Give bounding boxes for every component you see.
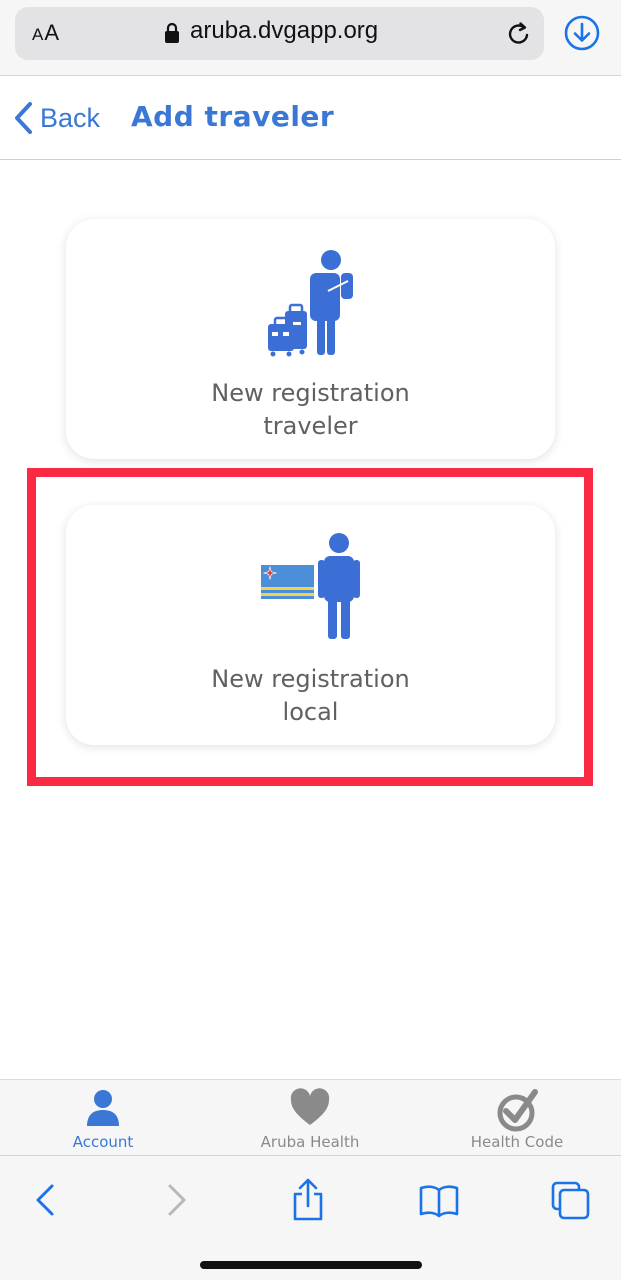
home-indicator (200, 1261, 422, 1269)
page-title: Add traveler (131, 100, 335, 133)
tab-aruba-health[interactable]: Aruba Health (220, 1080, 400, 1156)
heart-icon (290, 1088, 330, 1125)
new-registration-local-card[interactable]: New registration local (66, 505, 555, 745)
traveler-with-luggage-icon (268, 250, 353, 357)
tab-account[interactable]: Account (13, 1080, 193, 1156)
back-label: Back (40, 102, 101, 133)
bookmarks-icon[interactable] (417, 1178, 461, 1222)
browser-back-icon[interactable] (24, 1178, 68, 1222)
app-header: Back Add traveler (0, 76, 621, 160)
share-icon[interactable] (286, 1178, 330, 1222)
browser-forward-icon[interactable] (154, 1178, 198, 1222)
tab-label: Account (72, 1133, 134, 1151)
tab-health-code[interactable]: Health Code (427, 1080, 607, 1156)
tabs-icon[interactable] (548, 1178, 592, 1222)
card-label: New registration local (66, 663, 555, 729)
url-text: aruba.dvgapp.org (190, 17, 379, 44)
reload-icon[interactable] (505, 20, 533, 48)
card-label-line: New registration (211, 665, 410, 693)
address-bar[interactable]: AA aruba.dvgapp.org (15, 7, 544, 60)
download-icon[interactable] (563, 14, 601, 52)
browser-toolbar (0, 1155, 621, 1280)
card-label: New registration traveler (66, 377, 555, 443)
local-with-aruba-flag-icon (261, 533, 360, 639)
browser-top-bar: AA aruba.dvgapp.org (0, 0, 621, 76)
back-button[interactable]: Back (13, 98, 100, 138)
checkmark-circle-icon (497, 1089, 538, 1132)
lock-icon (165, 22, 179, 43)
chevron-left-icon (15, 102, 32, 134)
card-label-line: local (282, 698, 339, 726)
person-icon (87, 1090, 119, 1126)
card-label-line: New registration (211, 379, 410, 407)
tab-label: Health Code (470, 1133, 564, 1151)
card-label-line: traveler (263, 412, 358, 440)
tab-label: Aruba Health (260, 1133, 360, 1151)
text-size-button[interactable]: AA (32, 20, 60, 46)
new-registration-traveler-card[interactable]: New registration traveler (66, 219, 555, 459)
app-tab-bar: Account Aruba Health Health Code (0, 1079, 621, 1155)
